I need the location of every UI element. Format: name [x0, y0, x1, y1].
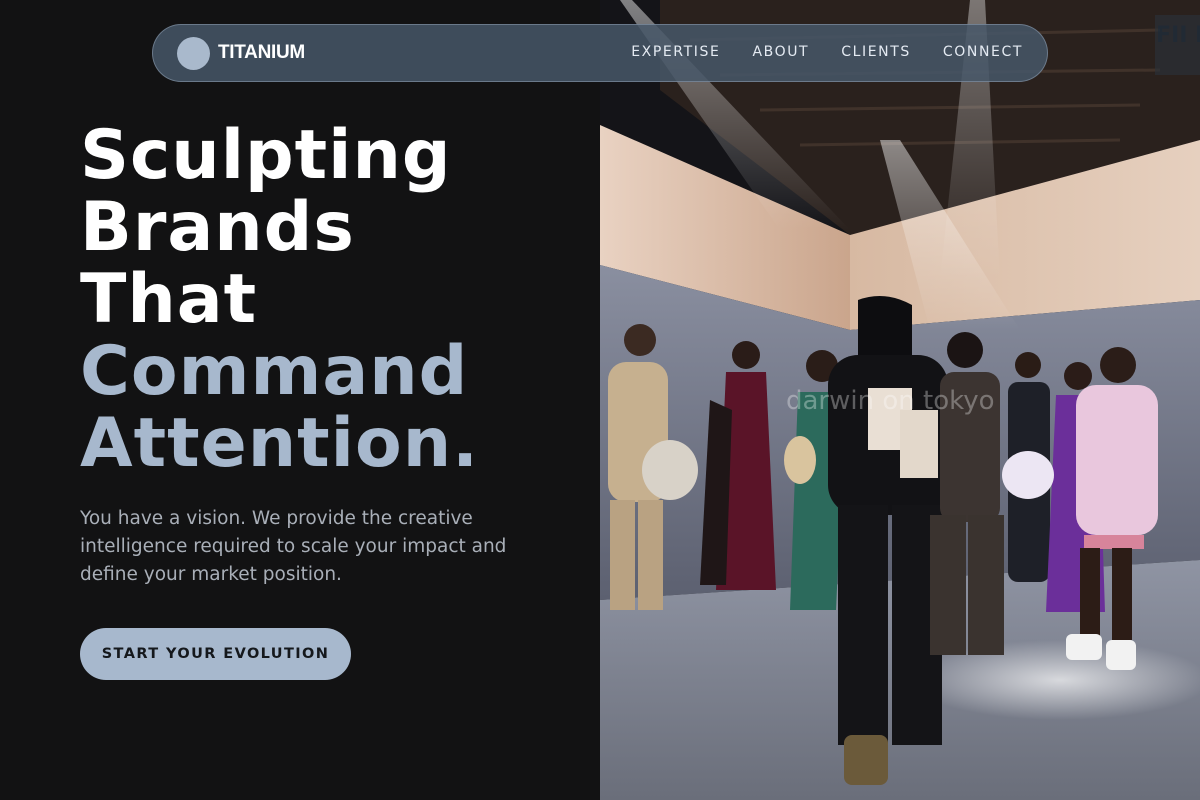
nav-link-about[interactable]: ABOUT — [752, 44, 809, 60]
wall-lettering: FII BRA — [1156, 23, 1200, 48]
headline-line: That — [80, 260, 258, 339]
headline-line: Sculpting — [80, 116, 452, 195]
photo-watermark: darwin on tokyo — [786, 386, 995, 416]
headline-line: Brands — [80, 188, 355, 267]
headline-accent-line: Command — [80, 332, 469, 411]
headline-accent-line: Attention. — [80, 404, 479, 483]
nav-link-clients[interactable]: CLIENTS — [841, 44, 911, 60]
start-evolution-button[interactable]: START YOUR EVOLUTION — [80, 628, 351, 680]
logo-icon[interactable] — [177, 37, 210, 70]
hero-subtext: You have a vision. We provide the creati… — [80, 508, 507, 585]
hero-headline: Sculpting Brands That Command Attention. — [80, 120, 600, 480]
nav-links: EXPERTISE ABOUT CLIENTS CONNECT — [631, 44, 1023, 60]
top-navbar: TITANIUM EXPERTISE ABOUT CLIENTS CONNECT — [152, 24, 1048, 82]
nav-link-expertise[interactable]: EXPERTISE — [631, 44, 720, 60]
brand-name[interactable]: TITANIUM — [218, 42, 305, 64]
nav-link-connect[interactable]: CONNECT — [943, 44, 1023, 60]
